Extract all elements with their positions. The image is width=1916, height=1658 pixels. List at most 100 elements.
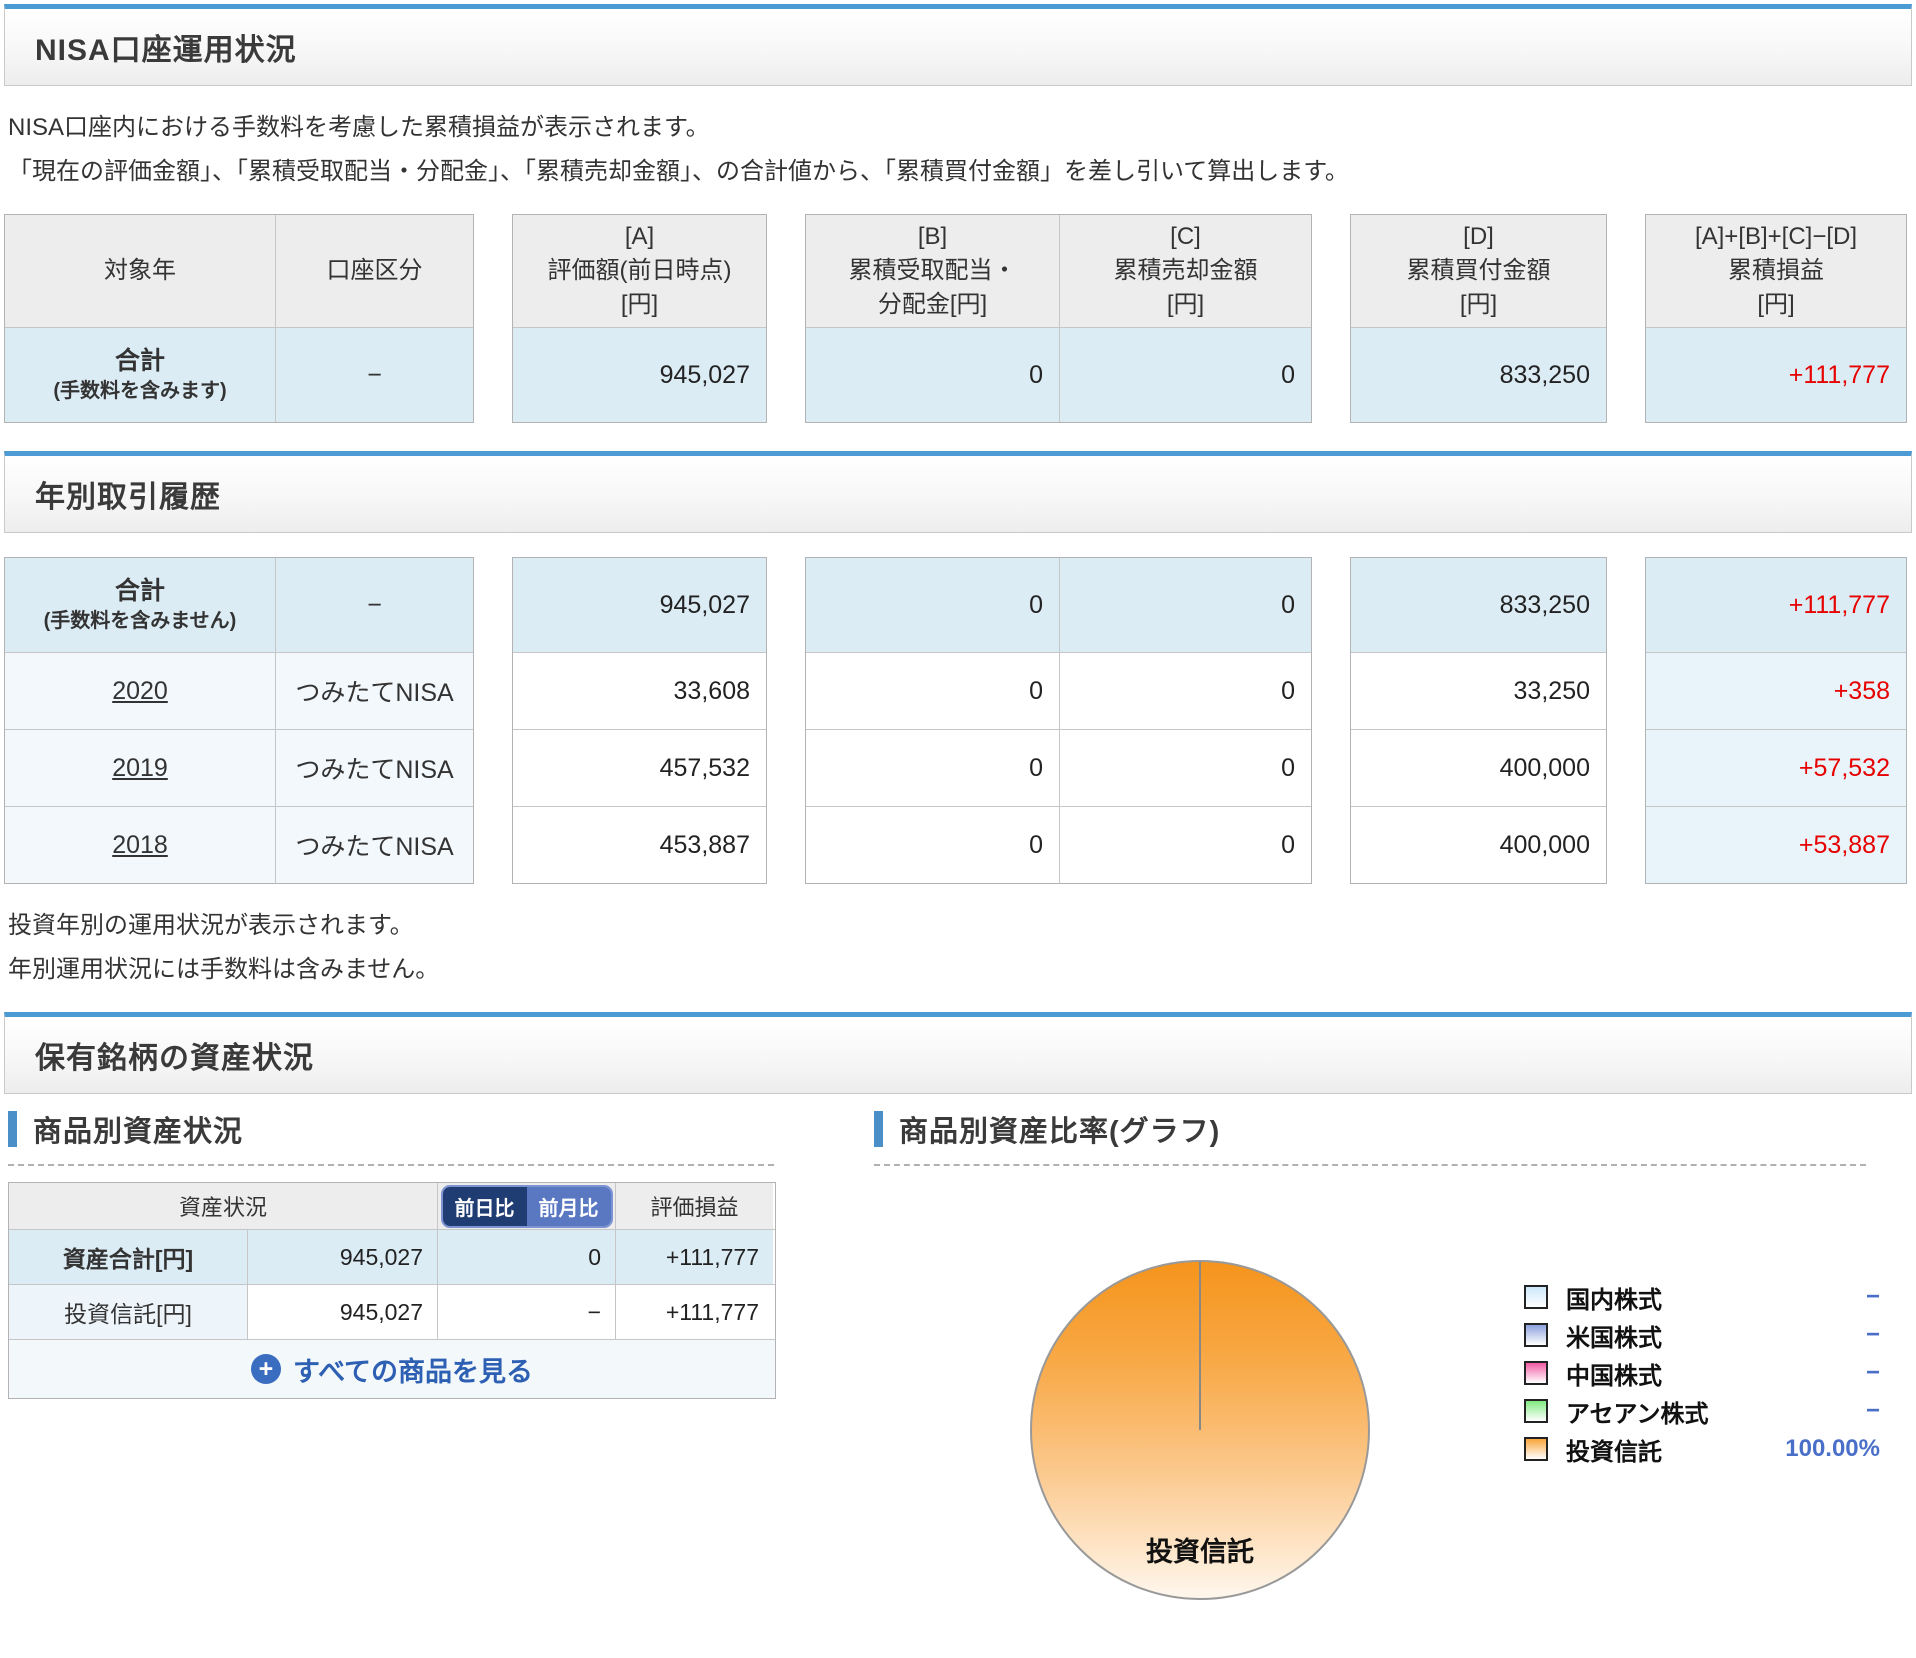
assets-total-pl: +111,777 — [615, 1230, 773, 1284]
ratio-panel: 商品別資産比率(グラフ) 投資信託 国内株式 − 米国株式 − 中国株式 − ア… — [874, 1106, 1908, 1600]
assets-header-pl: 評価損益 — [615, 1183, 773, 1229]
year-c-value: 0 — [1059, 730, 1311, 806]
ratio-panel-title-row: 商品別資産比率(グラフ) — [874, 1106, 1908, 1152]
assets-total-label: 資産合計[円] — [9, 1230, 247, 1284]
yearly-total-pl: +111,777 — [1646, 558, 1906, 652]
account-type-cell: つみたてNISA — [275, 730, 473, 806]
assets-panel-title: 商品別資産状況 — [33, 1116, 244, 1148]
assets-header-status: 資産状況 — [9, 1183, 437, 1229]
pie-legend: 国内株式 − 米国株式 − 中国株式 − アセアン株式 − 投資信託 100.0… — [1524, 1278, 1880, 1468]
legend-item-domestic-stock: 国内株式 − — [1524, 1278, 1880, 1316]
assets-fund-value: 945,027 — [247, 1285, 437, 1339]
toggle-day-button[interactable]: 前日比 — [442, 1186, 527, 1226]
year-b-value: 0 — [1029, 753, 1043, 782]
see-all-products-label: すべての商品を見る — [292, 1356, 534, 1387]
assets-table: 資産状況 前日比 前月比 評価損益 資産合計[円] 945,027 0 +111… — [8, 1182, 776, 1399]
diff-toggle: 前日比 前月比 — [440, 1184, 613, 1228]
holdings-section-title: 保有銘柄の資産状況 — [35, 1042, 314, 1075]
summary-a-value: 945,027 — [513, 328, 766, 422]
legend-swatch-asean-stock — [1524, 1399, 1548, 1423]
header-a: [A] 評価額(前日時点) [円] — [513, 215, 766, 327]
yearly-total-a: 945,027 — [513, 558, 766, 652]
legend-swatch-us-stock — [1524, 1323, 1548, 1347]
assets-fund-row: 投資信託[円] 945,027 − +111,777 — [9, 1284, 775, 1339]
title-accent-bar — [8, 1111, 17, 1147]
header-pl: [A]+[B]+[C]−[D] 累積損益 [円] — [1646, 215, 1906, 327]
account-type-cell: つみたてNISA — [275, 807, 473, 883]
legend-item-china-stock: 中国株式 − — [1524, 1354, 1880, 1392]
toggle-month-button[interactable]: 前月比 — [526, 1186, 611, 1226]
plus-icon: + — [250, 1354, 281, 1384]
pie-slice-label: 投資信託 — [1146, 1537, 1254, 1567]
summary-pl-value: +111,777 — [1646, 328, 1906, 422]
year-a-value: 457,532 — [659, 753, 750, 782]
assets-fund-diff: − — [437, 1285, 615, 1339]
nisa-section-header: NISA口座運用状況 — [4, 4, 1912, 86]
assets-fund-pl: +111,777 — [615, 1285, 773, 1339]
holdings-body: 商品別資産状況 資産状況 前日比 前月比 評価損益 資産合計[円] 945,02… — [0, 1106, 1916, 1658]
summary-group-bc: [B] 累積受取配当・ 分配金[円] [C] 累積売却金額 [円] 0 0 — [805, 214, 1312, 423]
year-c-value: 0 — [1059, 653, 1311, 729]
summary-group-d: [D] 累積買付金額 [円] 833,250 — [1350, 214, 1607, 423]
year-d-value: 400,000 — [1499, 830, 1590, 859]
summary-group-a: [A] 評価額(前日時点) [円] 945,027 — [512, 214, 767, 423]
see-all-products-link[interactable]: + すべての商品を見る — [9, 1339, 775, 1398]
year-d-value: 33,250 — [1513, 676, 1590, 705]
year-a-value: 33,608 — [673, 676, 750, 705]
year-link-2019[interactable]: 2019 — [112, 754, 168, 783]
header-account-type: 口座区分 — [275, 215, 473, 327]
year-link-2020[interactable]: 2020 — [112, 677, 168, 706]
yearly-notes: 投資年別の運用状況が表示されます。 年別運用状況には手数料は含みません。 — [8, 904, 1908, 992]
header-b: [B] 累積受取配当・ 分配金[円] — [806, 215, 1059, 327]
assets-header-toggle-cell: 前日比 前月比 — [437, 1183, 615, 1229]
legend-swatch-domestic-stock — [1524, 1285, 1548, 1309]
nisa-section-title: NISA口座運用状況 — [35, 34, 297, 67]
header-d: [D] 累積買付金額 [円] — [1351, 215, 1606, 327]
yearly-group-bc: 0 0 0 0 0 0 0 0 — [805, 557, 1312, 884]
summary-b-value: 0 — [806, 328, 1059, 422]
yearly-section-title: 年別取引履歴 — [35, 481, 221, 514]
yearly-group-pl: +111,777 +358 +57,532 +53,887 — [1645, 557, 1907, 884]
year-pl-value: +57,532 — [1646, 730, 1906, 806]
divider-dashed — [8, 1164, 774, 1166]
assets-total-diff: 0 — [437, 1230, 615, 1284]
year-a-value: 453,887 — [659, 830, 750, 859]
summary-group-year-type: 対象年 口座区分 合計 (手数料を含みます) − — [4, 214, 474, 423]
assets-fund-label: 投資信託[円] — [9, 1285, 247, 1339]
yearly-total-type-cell: − — [275, 558, 473, 652]
yearly-group-a: 945,027 33,608 457,532 453,887 — [512, 557, 767, 884]
summary-group-pl: [A]+[B]+[C]−[D] 累積損益 [円] +111,777 — [1645, 214, 1907, 423]
yearly-total-d: 833,250 — [1351, 558, 1606, 652]
table-row: 2018 つみたてNISA — [5, 806, 473, 883]
legend-item-asean-stock: アセアン株式 − — [1524, 1392, 1880, 1430]
year-pl-value: +358 — [1646, 653, 1906, 729]
assets-table-header-row: 資産状況 前日比 前月比 評価損益 — [9, 1183, 775, 1229]
assets-total-value: 945,027 — [247, 1230, 437, 1284]
summary-table: 対象年 口座区分 合計 (手数料を含みます) − [A] 評価額(前日時点) [… — [4, 214, 1916, 423]
year-c-value: 0 — [1059, 807, 1311, 883]
header-target-year: 対象年 — [5, 215, 275, 327]
legend-item-us-stock: 米国株式 − — [1524, 1316, 1880, 1354]
account-type-cell: つみたてNISA — [275, 653, 473, 729]
nisa-description-line1: NISA口座内における手数料を考慮した累積損益が表示されます。 — [8, 114, 710, 141]
yearly-total-label-cell: 合計 (手数料を含みません) — [5, 558, 275, 652]
holdings-section-header: 保有銘柄の資産状況 — [4, 1012, 1912, 1094]
table-row: 2019 つみたてNISA — [5, 729, 473, 806]
summary-c-value: 0 — [1059, 328, 1311, 422]
yearly-group-year-type: 合計 (手数料を含みません) − 2020 つみたてNISA 2019 つみたて… — [4, 557, 474, 884]
yearly-total-b: 0 — [806, 558, 1059, 652]
assets-total-row: 資産合計[円] 945,027 0 +111,777 — [9, 1229, 775, 1284]
asset-ratio-pie-chart: 投資信託 — [1030, 1260, 1370, 1600]
divider-dashed — [874, 1164, 1866, 1166]
legend-swatch-investment-trust — [1524, 1437, 1548, 1461]
year-b-value: 0 — [1029, 676, 1043, 705]
pie-slice-boundary-line — [1199, 1262, 1201, 1430]
yearly-total-c: 0 — [1059, 558, 1311, 652]
nisa-description: NISA口座内における手数料を考慮した累積損益が表示されます。 「現在の評価金額… — [8, 106, 1908, 194]
assets-panel: 商品別資産状況 資産状況 前日比 前月比 評価損益 資産合計[円] 945,02… — [8, 1106, 776, 1399]
year-link-2018[interactable]: 2018 — [112, 831, 168, 860]
year-d-value: 400,000 — [1499, 753, 1590, 782]
table-row: 2020 つみたてNISA — [5, 652, 473, 729]
summary-d-value: 833,250 — [1351, 328, 1606, 422]
header-c: [C] 累積売却金額 [円] — [1059, 215, 1311, 327]
